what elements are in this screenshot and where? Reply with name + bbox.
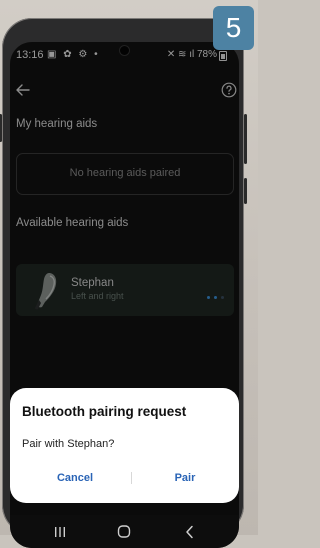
recent-apps-icon[interactable] [50, 523, 70, 541]
dialog-message: Pair with Stephan? [22, 438, 115, 450]
navigation-bar [10, 515, 239, 548]
home-icon[interactable] [114, 523, 134, 541]
dialog-title: Bluetooth pairing request [22, 404, 187, 419]
phone-side-button-right-top [244, 114, 247, 164]
button-divider [131, 472, 132, 484]
phone-side-button-right-bottom [244, 178, 247, 204]
cancel-button[interactable]: Cancel [30, 472, 120, 484]
bluetooth-pairing-dialog: Bluetooth pairing request Pair with Step… [10, 388, 239, 503]
step-number-badge: 5 [213, 6, 254, 50]
phone-frame: 13:16 ▣ ✿ ⚙ • ✕ ≋ ıl 78% My hearing aids… [0, 18, 247, 548]
phone-screen: 13:16 ▣ ✿ ⚙ • ✕ ≋ ıl 78% My hearing aids… [10, 42, 239, 548]
back-nav-icon[interactable] [180, 523, 200, 541]
phone-side-button-left [0, 114, 2, 142]
pair-button[interactable]: Pair [140, 472, 230, 484]
